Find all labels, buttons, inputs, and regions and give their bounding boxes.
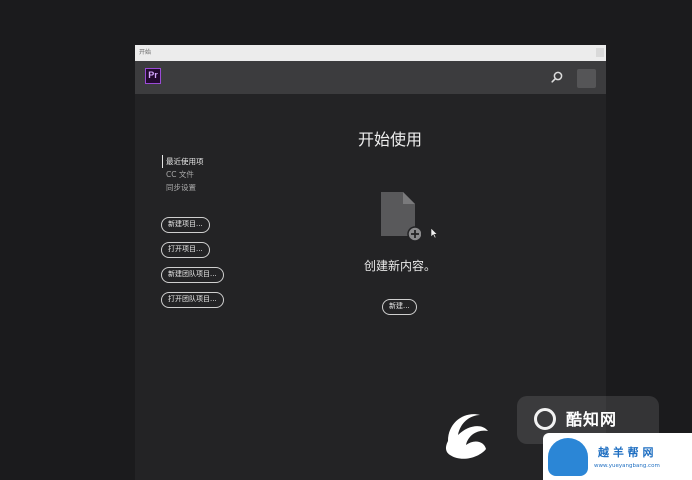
watermark-circle-icon: [534, 408, 556, 430]
app-header: Pr: [135, 61, 606, 94]
sidebar-item-recent[interactable]: 最近使用项: [162, 155, 272, 168]
new-button[interactable]: 新建...: [382, 299, 417, 315]
window-title: 开始: [139, 50, 152, 56]
search-icon[interactable]: [550, 70, 564, 84]
create-prompt-text: 创建新内容。: [363, 259, 436, 273]
screen: 开始 Pr 最近使用项 CC 文件 同步设置 新建项目... 打开项目... 新…: [0, 0, 692, 480]
watermark-site-name: 越 羊 帮 网: [598, 446, 654, 459]
window-titlebar[interactable]: 开始: [135, 45, 606, 61]
sidebar-actions: 新建项目... 打开项目... 新建团队项目... 打开团队项目...: [161, 217, 224, 317]
sidebar-item-sync-settings[interactable]: 同步设置: [162, 181, 272, 194]
watermark-swirl-logo: [446, 414, 488, 459]
new-document-icon: [381, 192, 421, 242]
mouse-cursor-icon: [430, 227, 438, 239]
watermark-badge-text: 酷知网: [566, 410, 618, 429]
premiere-logo: Pr: [145, 68, 161, 84]
new-project-button[interactable]: 新建项目...: [161, 217, 210, 233]
watermark-site-logo: [548, 438, 588, 476]
start-sidebar: 最近使用项 CC 文件 同步设置: [162, 155, 272, 194]
new-team-project-button[interactable]: 新建团队项目...: [161, 267, 224, 283]
sidebar-item-cc-files[interactable]: CC 文件: [162, 168, 272, 181]
user-avatar[interactable]: [577, 69, 596, 88]
window-control-icon[interactable]: [596, 48, 604, 57]
open-team-project-button[interactable]: 打开团队项目...: [161, 292, 224, 308]
watermark-site-url: www.yueyangbang.com: [594, 463, 660, 469]
page-title: 开始使用: [357, 130, 422, 149]
open-project-button[interactable]: 打开项目...: [161, 242, 210, 258]
